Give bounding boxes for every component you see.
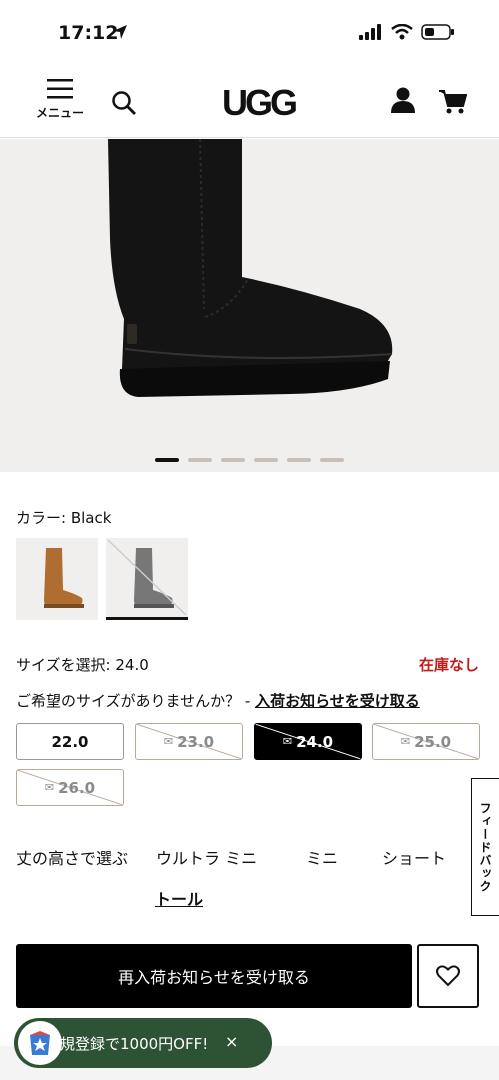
site-header: メニュー UGG bbox=[0, 68, 499, 138]
height-filter: 丈の高さで選ぶ ウルトラ ミニ ミニ ショート トール bbox=[16, 843, 476, 913]
status-bar: 17:12 bbox=[0, 0, 499, 68]
black-boot-thumbnail bbox=[107, 539, 187, 616]
status-time: 17:12 bbox=[58, 22, 119, 44]
chestnut-boot-thumbnail bbox=[44, 548, 84, 608]
location-arrow-icon bbox=[112, 24, 128, 44]
cart-button[interactable] bbox=[439, 89, 468, 119]
height-option-tall-selected[interactable]: トール bbox=[155, 886, 203, 910]
carousel-dot[interactable] bbox=[155, 458, 179, 462]
size-notify-line: ご希望のサイズがありませんか？ - 入荷お知らせを受け取る bbox=[16, 690, 420, 711]
boot-image bbox=[108, 139, 393, 397]
color-swatch-chestnut[interactable] bbox=[16, 538, 98, 620]
promo-close-button[interactable]: × bbox=[225, 1032, 238, 1051]
carousel-dot[interactable] bbox=[221, 458, 245, 462]
size-option-26-0[interactable]: ✉ 26.0 bbox=[16, 769, 124, 806]
color-swatch-black-selected[interactable] bbox=[106, 538, 188, 620]
size-label: 24.0 bbox=[296, 732, 334, 751]
carousel-dots bbox=[155, 458, 344, 462]
signup-promo-banner[interactable]: 規登録で1000円OFF! × bbox=[14, 1018, 272, 1068]
notify-prefix: ご希望のサイズがありませんか？ - bbox=[16, 692, 256, 710]
color-label: カラー: Black bbox=[16, 509, 112, 527]
carousel-dot[interactable] bbox=[254, 458, 278, 462]
gift-icon bbox=[18, 1021, 62, 1065]
height-filter-label: 丈の高さで選ぶ bbox=[16, 849, 129, 868]
size-label: 23.0 bbox=[177, 732, 215, 751]
wifi-icon bbox=[391, 24, 413, 40]
size-selected-label: サイズを選択: 24.0 bbox=[16, 656, 149, 674]
size-option-23-0[interactable]: ✉ 23.0 bbox=[135, 723, 243, 760]
menu-label: メニュー bbox=[35, 106, 84, 120]
notify-link[interactable]: 入荷お知らせを受け取る bbox=[255, 692, 420, 710]
hamburger-icon bbox=[47, 79, 73, 99]
promo-text: 規登録で1000円OFF! bbox=[60, 1035, 209, 1053]
search-icon bbox=[112, 91, 136, 115]
product-image-carousel[interactable] bbox=[0, 139, 499, 472]
stock-status: 在庫なし bbox=[418, 656, 479, 674]
menu-button[interactable]: メニュー bbox=[30, 78, 90, 130]
feedback-label: フィードバック bbox=[478, 801, 492, 893]
size-label: 26.0 bbox=[58, 778, 96, 797]
notify-restock-button[interactable]: 再入荷お知らせを受け取る bbox=[16, 944, 412, 1008]
height-option-ultra-mini[interactable]: ウルトラ ミニ bbox=[156, 845, 257, 869]
status-icons bbox=[359, 24, 455, 40]
height-option-mini[interactable]: ミニ bbox=[306, 845, 338, 869]
account-button[interactable] bbox=[389, 86, 417, 118]
size-option-24-0[interactable]: ✉ 24.0 bbox=[254, 723, 362, 760]
brand-logo[interactable]: UGG bbox=[222, 82, 298, 124]
size-option-25-0[interactable]: ✉ 25.0 bbox=[372, 723, 480, 760]
height-option-short[interactable]: ショート bbox=[382, 845, 446, 869]
carousel-dot[interactable] bbox=[188, 458, 212, 462]
battery-icon bbox=[421, 24, 454, 40]
feedback-tab[interactable]: フィードバック bbox=[471, 778, 499, 916]
search-button[interactable] bbox=[111, 90, 137, 120]
carousel-dot[interactable] bbox=[320, 458, 344, 462]
size-option-22-0[interactable]: 22.0 bbox=[16, 723, 124, 760]
carousel-dot[interactable] bbox=[287, 458, 311, 462]
size-label: 22.0 bbox=[51, 732, 89, 751]
heart-icon bbox=[436, 965, 460, 987]
wishlist-button[interactable] bbox=[417, 944, 479, 1008]
cart-icon bbox=[439, 90, 468, 114]
signal-icon bbox=[359, 24, 381, 40]
user-icon bbox=[391, 87, 415, 113]
size-label: 25.0 bbox=[414, 732, 452, 751]
